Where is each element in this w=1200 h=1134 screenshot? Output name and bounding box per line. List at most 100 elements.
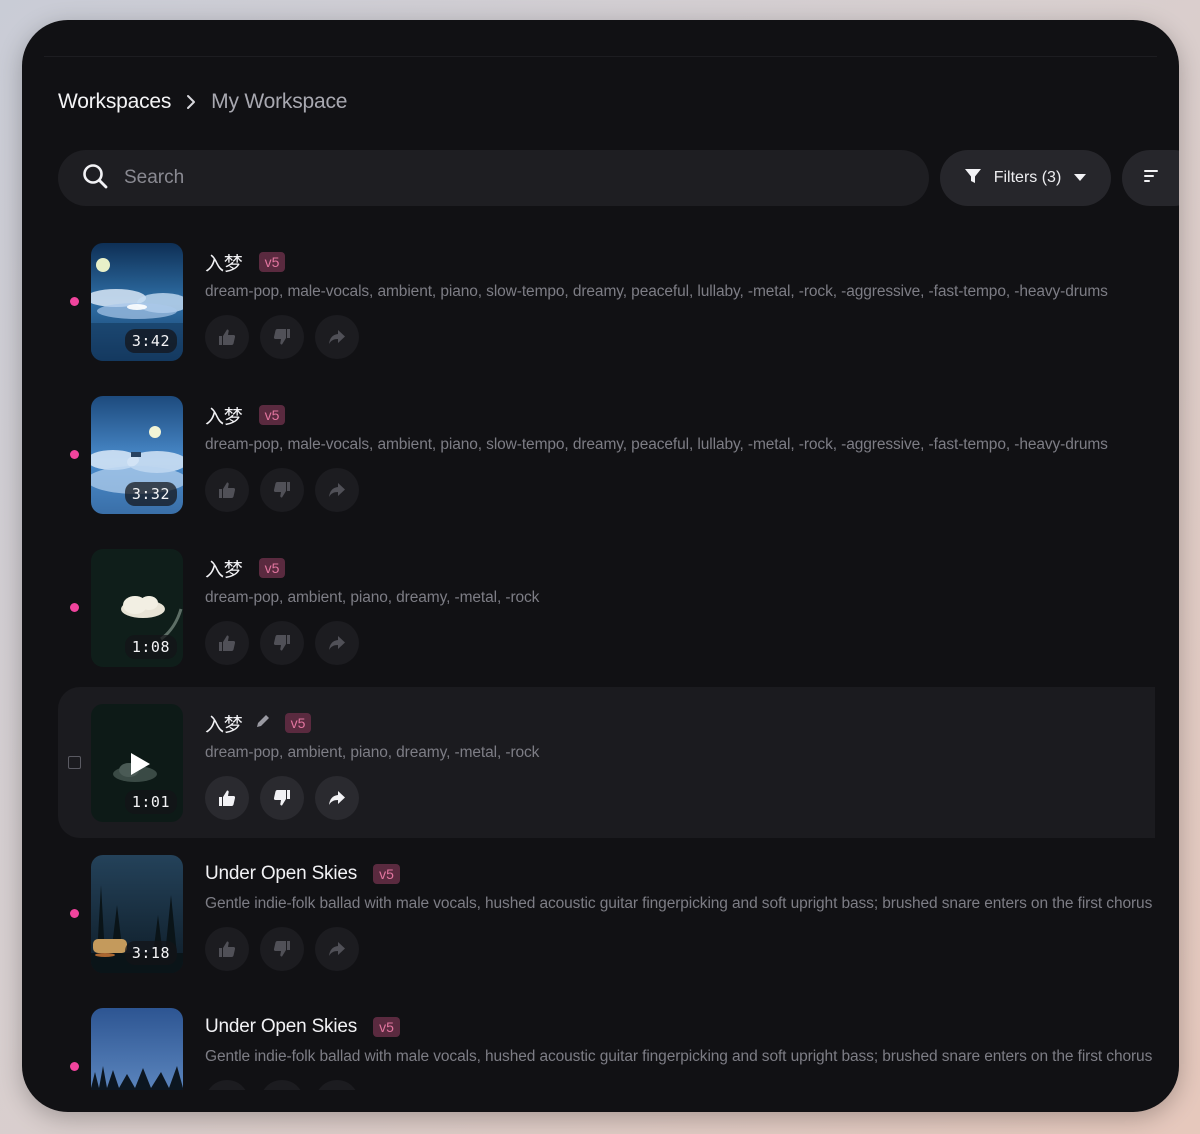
song-row[interactable]: 3:32 入梦 v5 dream-pop, male-vocals, ambie… bbox=[58, 379, 1155, 530]
cover-art[interactable]: 1:08 bbox=[91, 549, 183, 667]
dislike-button[interactable] bbox=[260, 927, 304, 971]
song-title[interactable]: 入梦 bbox=[205, 402, 243, 429]
song-row[interactable]: Under Open Skies v5 Gentle indie-folk ba… bbox=[58, 991, 1155, 1090]
dislike-button[interactable] bbox=[260, 468, 304, 512]
version-badge: v5 bbox=[258, 405, 286, 425]
thumbs-down-icon bbox=[273, 329, 290, 345]
filters-label: Filters (3) bbox=[993, 169, 1062, 186]
version-badge: v5 bbox=[373, 1017, 400, 1037]
like-button[interactable] bbox=[205, 315, 249, 359]
sort-icon bbox=[1144, 169, 1158, 188]
duration-label: 3:32 bbox=[124, 482, 177, 506]
new-indicator-dot bbox=[70, 909, 79, 918]
song-info: 入梦 v5 dream-pop, ambient, piano, dreamy,… bbox=[205, 553, 1155, 665]
like-button[interactable] bbox=[205, 621, 249, 665]
song-tags: dream-pop, male-vocals, ambient, piano, … bbox=[205, 436, 1108, 453]
song-info: 入梦 v5 dream-pop, male-vocals, ambient, p… bbox=[205, 247, 1155, 359]
new-indicator-dot bbox=[70, 450, 79, 459]
song-info: 入梦 v5 dream-pop, ambient, piano, dreamy,… bbox=[205, 708, 1155, 820]
share-icon bbox=[329, 942, 345, 956]
breadcrumb-current: My Workspace bbox=[211, 90, 348, 113]
song-row[interactable]: 3:42 入梦 v5 dream-pop, male-vocals, ambie… bbox=[58, 226, 1155, 377]
play-icon[interactable] bbox=[129, 752, 151, 781]
cover-art[interactable]: 1:01 bbox=[91, 704, 183, 822]
share-button[interactable] bbox=[315, 468, 359, 512]
song-tags: dream-pop, ambient, piano, dreamy, -meta… bbox=[205, 589, 540, 606]
filter-icon bbox=[964, 167, 982, 190]
like-button[interactable] bbox=[205, 1080, 249, 1090]
share-button[interactable] bbox=[315, 776, 359, 820]
thumbs-down-icon bbox=[273, 482, 290, 498]
dislike-button[interactable] bbox=[260, 621, 304, 665]
thumbs-up-icon bbox=[219, 329, 236, 345]
thumbs-up-icon bbox=[219, 482, 236, 498]
action-bar bbox=[205, 927, 1155, 971]
search-input[interactable] bbox=[124, 167, 824, 189]
song-title[interactable]: Under Open Skies bbox=[205, 863, 357, 885]
pencil-icon[interactable] bbox=[255, 713, 271, 734]
share-icon bbox=[329, 636, 345, 650]
share-button[interactable] bbox=[315, 1080, 359, 1090]
song-title[interactable]: 入梦 bbox=[205, 555, 243, 582]
duration-label: 1:01 bbox=[124, 790, 177, 814]
duration-label: 3:42 bbox=[124, 329, 177, 353]
dislike-button[interactable] bbox=[260, 776, 304, 820]
like-button[interactable] bbox=[205, 468, 249, 512]
thumbs-up-icon bbox=[219, 941, 236, 957]
chevron-right-icon bbox=[185, 93, 197, 111]
share-icon bbox=[329, 330, 345, 344]
song-tags: dream-pop, male-vocals, ambient, piano, … bbox=[205, 283, 1108, 300]
song-tags: Gentle indie-folk ballad with male vocal… bbox=[205, 1048, 1153, 1065]
dislike-button[interactable] bbox=[260, 1080, 304, 1090]
chevron-down-icon bbox=[1073, 169, 1087, 187]
share-icon bbox=[329, 791, 345, 805]
song-title[interactable]: 入梦 bbox=[205, 710, 243, 737]
like-button[interactable] bbox=[205, 927, 249, 971]
version-badge: v5 bbox=[373, 864, 400, 884]
sort-button[interactable] bbox=[1122, 150, 1179, 206]
duration-label: 1:08 bbox=[124, 635, 177, 659]
song-row[interactable]: 1:08 入梦 v5 dream-pop, ambient, piano, dr… bbox=[58, 532, 1155, 683]
breadcrumb: Workspaces My Workspace bbox=[58, 90, 347, 114]
dislike-button[interactable] bbox=[260, 315, 304, 359]
song-info: 入梦 v5 dream-pop, male-vocals, ambient, p… bbox=[205, 400, 1155, 512]
duration-label: 3:18 bbox=[124, 941, 177, 965]
song-tags: Gentle indie-folk ballad with male vocal… bbox=[205, 895, 1153, 912]
version-badge: v5 bbox=[284, 713, 312, 733]
search-bar[interactable] bbox=[58, 150, 929, 206]
new-indicator-dot bbox=[70, 297, 79, 306]
share-button[interactable] bbox=[315, 621, 359, 665]
cover-art[interactable]: 3:42 bbox=[91, 243, 183, 361]
cover-art[interactable] bbox=[91, 1008, 183, 1090]
share-button[interactable] bbox=[315, 927, 359, 971]
app-window: Workspaces My Workspace Filters (3) bbox=[22, 20, 1179, 1112]
song-title[interactable]: Under Open Skies bbox=[205, 1016, 357, 1038]
select-checkbox[interactable] bbox=[68, 756, 81, 769]
thumbs-up-icon bbox=[219, 635, 236, 651]
song-row-selected[interactable]: 1:01 入梦 v5 dream-pop, ambient, piano, dr… bbox=[58, 687, 1155, 838]
song-title[interactable]: 入梦 bbox=[205, 249, 243, 276]
version-badge: v5 bbox=[258, 558, 286, 578]
divider bbox=[44, 56, 1157, 57]
filters-button[interactable]: Filters (3) bbox=[940, 150, 1111, 206]
like-button[interactable] bbox=[205, 776, 249, 820]
action-bar bbox=[205, 315, 1155, 359]
share-button[interactable] bbox=[315, 315, 359, 359]
song-info: Under Open Skies v5 Gentle indie-folk ba… bbox=[205, 1012, 1155, 1090]
new-indicator-dot bbox=[70, 1062, 79, 1071]
cover-art[interactable]: 3:18 bbox=[91, 855, 183, 973]
share-icon bbox=[329, 483, 345, 497]
version-badge: v5 bbox=[258, 252, 286, 272]
action-bar bbox=[205, 776, 1155, 820]
breadcrumb-workspaces-link[interactable]: Workspaces bbox=[58, 90, 171, 114]
action-bar bbox=[205, 621, 1155, 665]
thumbs-down-icon bbox=[273, 790, 290, 806]
search-icon bbox=[82, 163, 108, 194]
cover-art[interactable]: 3:32 bbox=[91, 396, 183, 514]
thumbs-down-icon bbox=[273, 635, 290, 651]
thumbs-up-icon bbox=[219, 790, 236, 806]
thumbs-down-icon bbox=[273, 941, 290, 957]
song-list: 3:42 入梦 v5 dream-pop, male-vocals, ambie… bbox=[58, 226, 1155, 1090]
toolbar: Filters (3) bbox=[58, 150, 1179, 206]
song-row[interactable]: 3:18 Under Open Skies v5 Gentle indie-fo… bbox=[58, 838, 1155, 989]
